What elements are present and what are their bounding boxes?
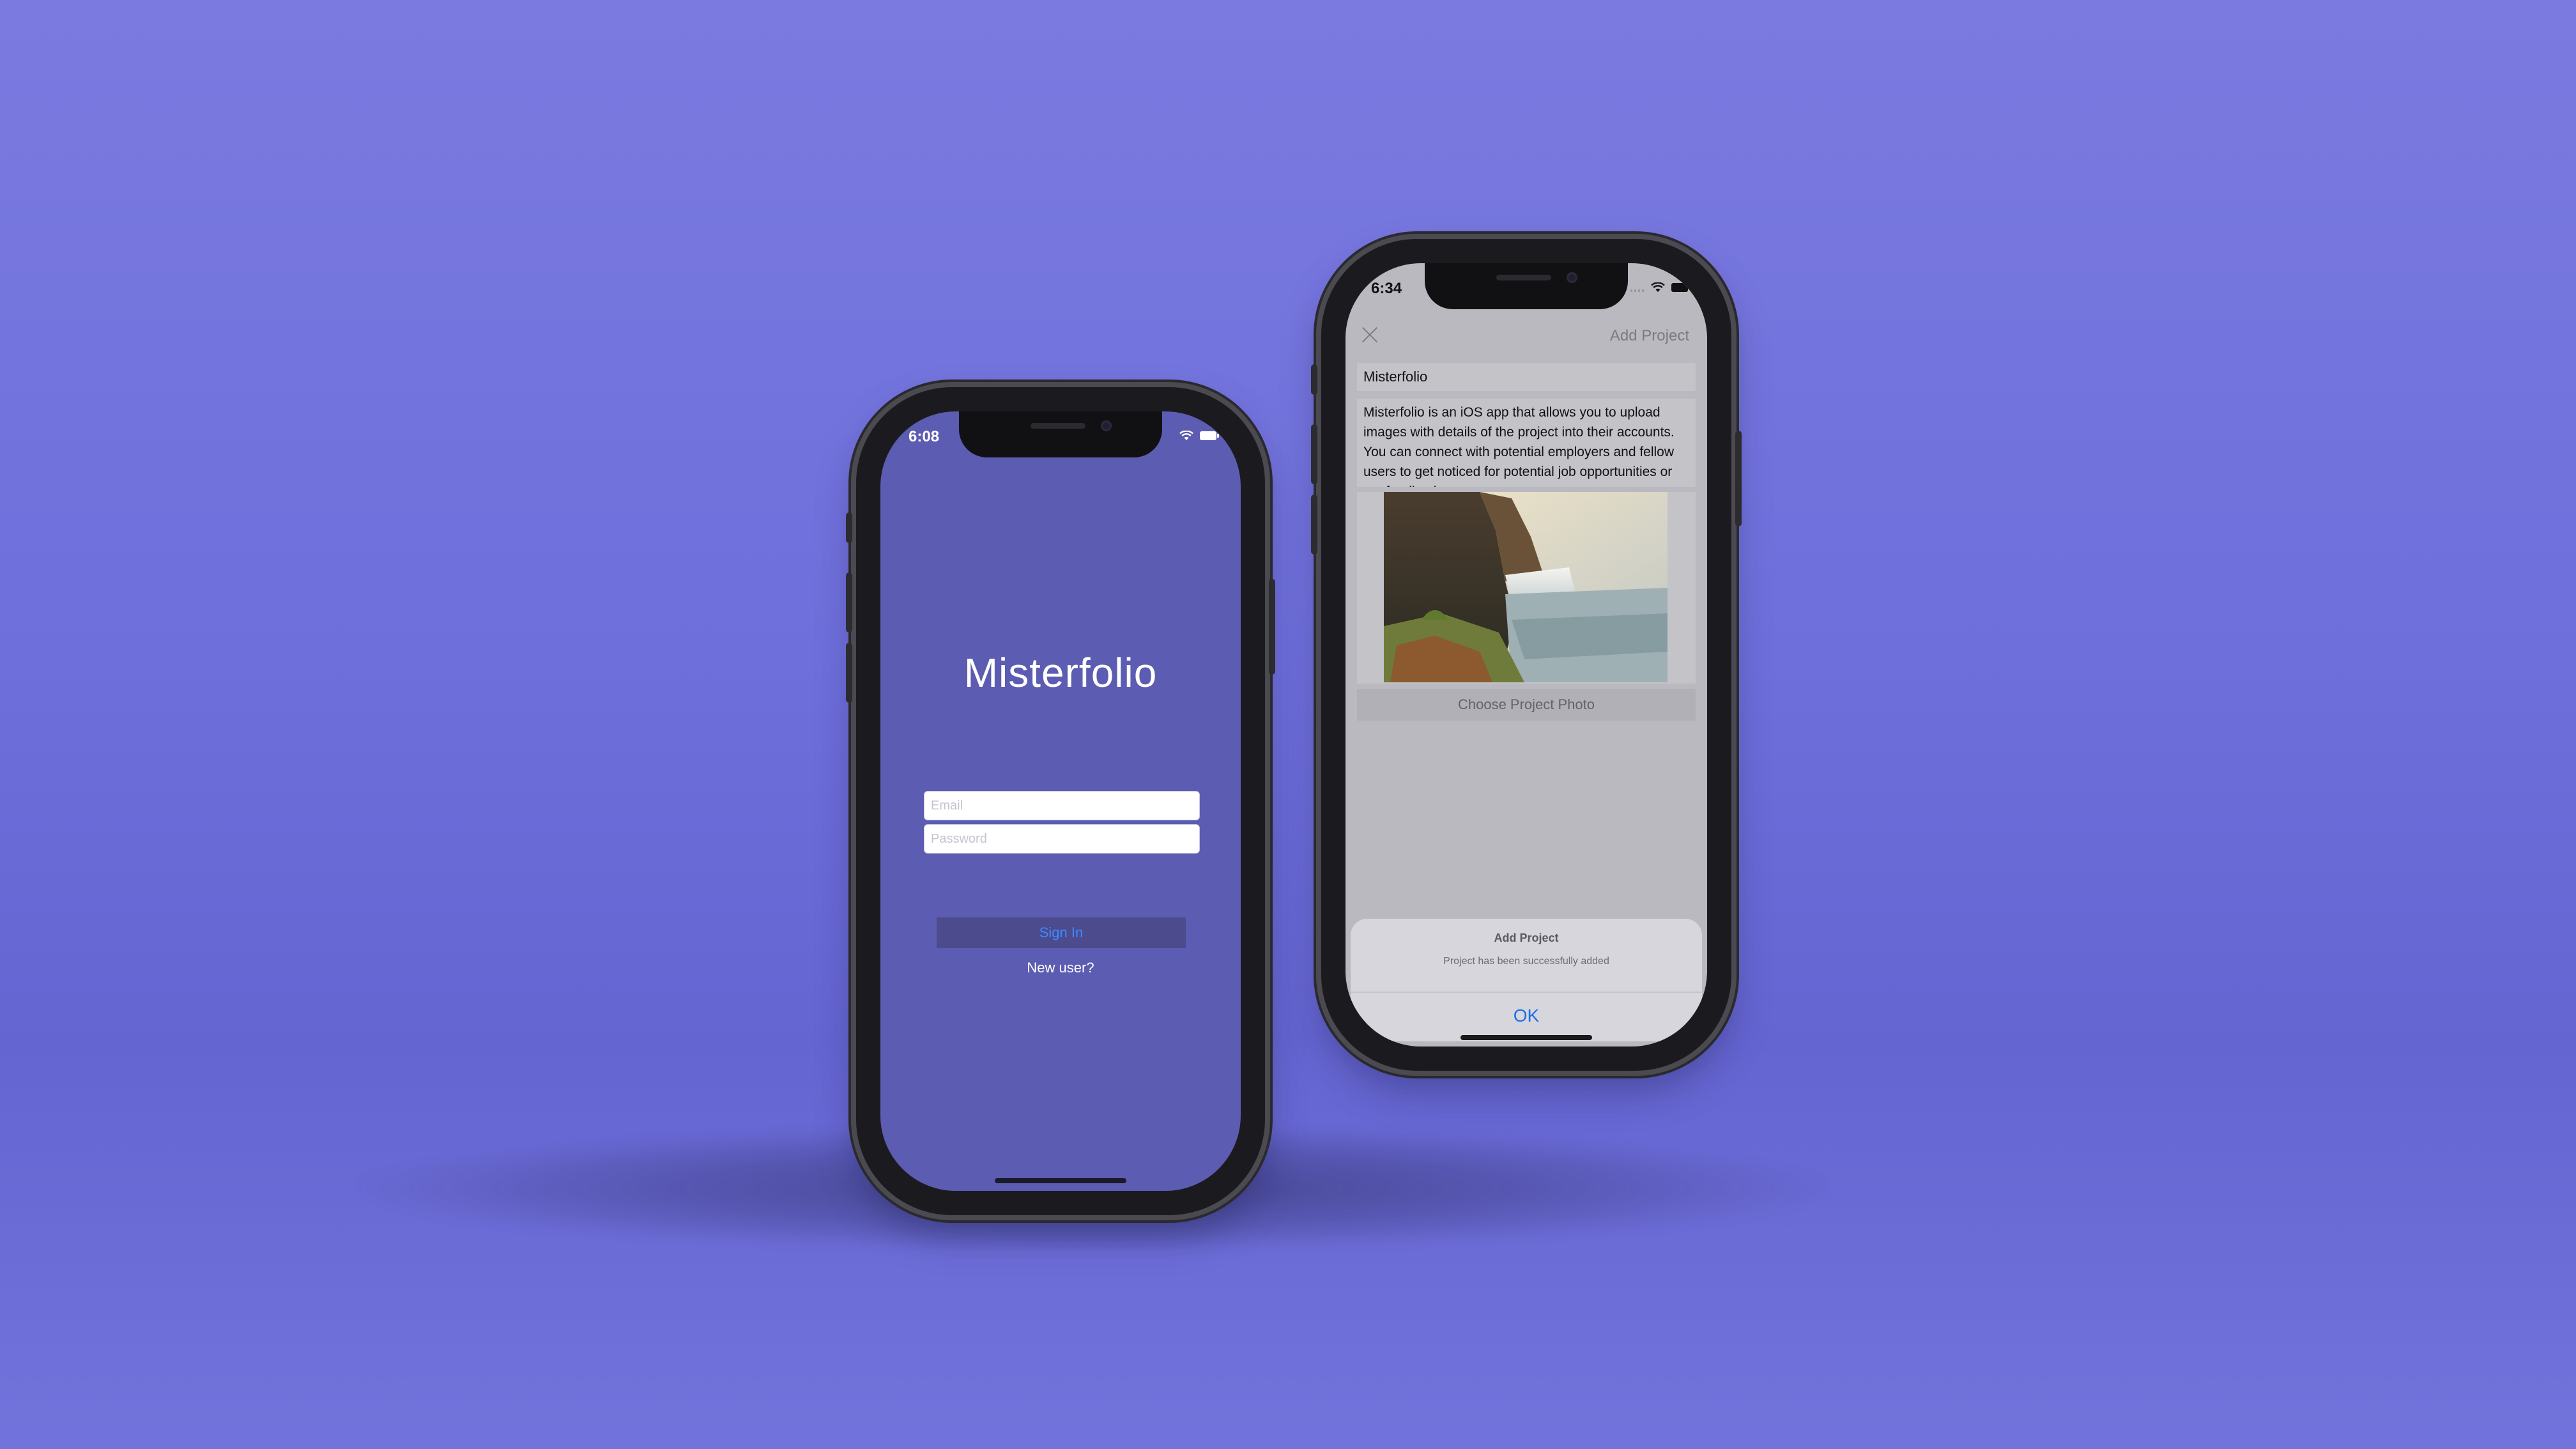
status-bar: 6:08 (880, 411, 1241, 463)
side-button (1735, 431, 1742, 526)
status-time: 6:34 (1371, 280, 1402, 297)
alert-dialog: Add Project Project has been successfull… (1351, 919, 1702, 1041)
home-indicator[interactable] (995, 1178, 1126, 1183)
password-field[interactable] (924, 824, 1200, 854)
status-bar: 6:34 (1346, 263, 1707, 314)
login-screen: 6:08 Misterfolio Sign In New user? (880, 411, 1241, 1191)
project-description-field[interactable]: Misterfolio is an iOS app that allows yo… (1357, 399, 1696, 487)
silent-switch (846, 512, 852, 543)
project-photo-area (1357, 492, 1696, 684)
battery-icon (1671, 283, 1690, 292)
choose-photo-button[interactable]: Choose Project Photo (1357, 689, 1696, 721)
silent-switch (1311, 364, 1317, 395)
battery-icon (1200, 431, 1219, 440)
volume-up-button (1311, 424, 1317, 484)
volume-down-button (1311, 494, 1317, 555)
status-time: 6:08 (908, 428, 940, 445)
wifi-icon (1179, 431, 1193, 440)
app-title: Misterfolio (963, 650, 1158, 696)
volume-up-button (846, 572, 852, 632)
volume-down-button (846, 643, 852, 703)
project-name-field[interactable]: Misterfolio (1357, 363, 1696, 391)
alert-message: Project has been successfully added (1443, 956, 1609, 967)
wifi-icon (1651, 282, 1665, 292)
close-icon[interactable] (1361, 326, 1379, 344)
nav-bar: Add Project (1346, 314, 1707, 359)
sign-in-button[interactable]: Sign In (937, 917, 1186, 948)
signal-icon (1630, 289, 1644, 292)
home-indicator[interactable] (1460, 1035, 1592, 1040)
side-button (1269, 579, 1275, 675)
phone-login: 6:08 Misterfolio Sign In New user? (846, 387, 1275, 1215)
phone-add-project: 6:34 Add Project Misterfolio Misterfolio… (1311, 239, 1742, 1071)
alert-ok-button[interactable]: OK (1351, 993, 1702, 1041)
email-field[interactable] (924, 791, 1200, 820)
add-project-screen: 6:34 Add Project Misterfolio Misterfolio… (1346, 263, 1707, 1046)
waterfall-landscape-image (1384, 492, 1667, 682)
nav-title: Add Project (1609, 327, 1689, 344)
new-user-link[interactable]: New user? (880, 960, 1241, 976)
alert-title: Add Project (1494, 931, 1559, 944)
